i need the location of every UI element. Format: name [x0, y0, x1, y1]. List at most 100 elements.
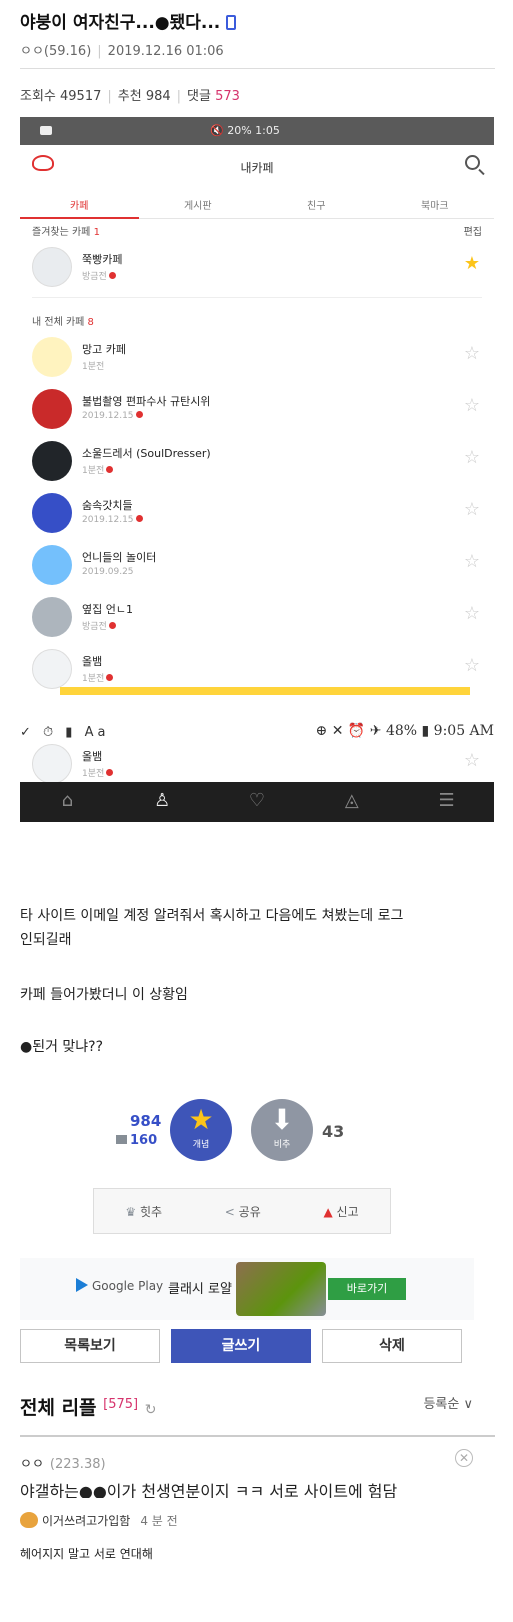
- list-button[interactable]: 목록보기: [20, 1329, 160, 1363]
- google-play-icon: [76, 1278, 88, 1292]
- home-icon: ⌂: [61, 790, 74, 811]
- cafe-sub: 2019.09.25: [82, 567, 134, 577]
- comments-count[interactable]: 573: [215, 89, 240, 104]
- phone-status-bar: 🔇 20% 1:05: [20, 117, 494, 145]
- cafe-sub: 1분전: [82, 766, 114, 779]
- upvote-button[interactable]: ★ 개념: [170, 1099, 232, 1161]
- tab-friends: 친구: [307, 201, 326, 212]
- share-icon: <: [224, 1204, 235, 1219]
- cafe-sub: 방금전: [82, 619, 116, 632]
- edit-label: 편집: [463, 227, 482, 238]
- cafe-item-favorite: 쭉빵카페 방금전 ★: [20, 241, 494, 293]
- favorites-label: 즐겨찾는 카페 1: [32, 227, 100, 238]
- tab-cafe: 카페: [20, 189, 139, 219]
- sort-dropdown[interactable]: 등록순 ∨: [423, 1393, 473, 1412]
- phone-bottom-nav: ⌂ ♙ ♡ ◬ ☰: [20, 782, 494, 822]
- dog-icon: [20, 1512, 38, 1528]
- chevron-down-icon: ∨: [463, 1397, 473, 1412]
- share-button[interactable]: < 공유: [225, 1203, 261, 1220]
- downvote-label: 비추: [273, 1140, 291, 1150]
- cafe-avatar: [32, 389, 72, 429]
- cafe-item: 옆집 언ㄴ1 방금전 ☆: [20, 591, 494, 643]
- divider: [32, 297, 482, 298]
- comment-user: 이거쓰려고가입함 4 분 전: [20, 1512, 178, 1529]
- body-line: 인되길래: [20, 932, 72, 948]
- cafe-name: 쭉빵카페: [82, 253, 123, 266]
- divider: [20, 1435, 495, 1437]
- post-date: 2019.12.16 01:06: [107, 44, 224, 59]
- all-cafes-label: 내 전체 카페 8: [32, 317, 94, 328]
- refresh-icon[interactable]: ↻: [145, 1402, 157, 1418]
- post-meta: ㅇㅇ(59.16) | 2019.12.16 01:06: [20, 44, 224, 59]
- phone-screenshot-2: ✓ ⏱ ▮ Aa ⊕ ✕ ⏰ ✈ 48% ▮ 9:05 AM 올뱀 1분전 ☆ …: [20, 720, 494, 826]
- divider: [20, 68, 495, 69]
- cafe-sub: 2019.12.15: [82, 515, 143, 525]
- cafe-name: 불법촬영 편파수사 규탄시위: [82, 395, 211, 408]
- crown-icon: ♛: [125, 1204, 137, 1219]
- search-icon: [465, 155, 480, 170]
- upvote-label: 개념: [192, 1140, 210, 1150]
- post-actions: ♛ 힛추 < 공유 ▲ 신고: [93, 1188, 391, 1234]
- person-icon: ♙: [154, 790, 171, 811]
- app-tabs: 카페 게시판 친구 북마크: [20, 189, 494, 219]
- settings-icon: ☰: [438, 790, 455, 811]
- star-icon: ☆: [463, 395, 480, 416]
- write-button[interactable]: 글쓰기: [171, 1329, 311, 1363]
- status-text: 🔇 20% 1:05: [210, 124, 280, 137]
- cafe-name: 언니들의 놀이터: [82, 551, 157, 564]
- body-line: 카페 들어가봤더니 이 상황임: [20, 987, 188, 1003]
- ad-cta-button[interactable]: 바로가기: [328, 1278, 406, 1300]
- cafe-item: 불법촬영 편파수사 규탄시위 2019.12.15 ☆: [20, 383, 494, 435]
- cafe-sub: 1분전: [82, 362, 105, 372]
- cafe-name: 옆집 언ㄴ1: [82, 603, 133, 616]
- cafe-name: 올뱀: [82, 655, 103, 668]
- post-title: 야붕이 여자친구...●됐다...: [20, 8, 237, 33]
- hit-button[interactable]: ♛ 힛추: [125, 1203, 162, 1220]
- ad-image: [236, 1262, 326, 1316]
- cafe-sub: 2019.12.15: [82, 411, 143, 421]
- mobile-icon: [116, 1135, 127, 1144]
- downvote-count: 43: [322, 1122, 345, 1141]
- cafe-avatar: [32, 493, 72, 533]
- comment-text: 헤어지지 말고 서로 연대해: [20, 1547, 153, 1561]
- cafe-sub: 방금전: [82, 269, 116, 282]
- cafe-name: 숨속갓치들: [82, 499, 133, 512]
- siren-icon: ▲: [323, 1204, 333, 1219]
- delete-button[interactable]: 삭제: [322, 1329, 462, 1363]
- comments-title: 전체 리플 [575] ↻: [20, 1397, 157, 1419]
- report-button[interactable]: ▲ 신고: [323, 1203, 358, 1220]
- cafe-item: 소울드레서 (SoulDresser) 1분전 ☆: [20, 435, 494, 487]
- cafe-avatar: [32, 247, 72, 287]
- star-icon: ☆: [463, 750, 480, 771]
- star-icon: ★: [188, 1103, 214, 1136]
- star-icon: ☆: [463, 447, 480, 468]
- google-play-label: Google Play: [76, 1278, 163, 1293]
- cafe-avatar: [32, 649, 72, 689]
- cafe-avatar: [32, 441, 72, 481]
- mobile-icon: [226, 15, 237, 30]
- comment-user: ㅇㅇ (223.38): [20, 1457, 106, 1472]
- body-line: 타 사이트 이메일 계정 알려줘서 혹시하고 다음에도 쳐봤는데 로그: [20, 908, 404, 924]
- cafe-item: 숨속갓치들 2019.12.15 ☆: [20, 487, 494, 539]
- post-stats: 조회수 49517 | 추천 984 | 댓글 573: [20, 89, 240, 104]
- cafe-name: 소울드레서 (SoulDresser): [82, 447, 211, 460]
- star-icon: ☆: [463, 603, 480, 624]
- star-icon: ☆: [463, 499, 480, 520]
- phone-screenshot-1: 🔇 20% 1:05 내카페 카페 게시판 친구 북마크 즐겨찾는 카페 1 편…: [20, 117, 494, 717]
- youtube-icon: [40, 126, 52, 135]
- post-title-text: 야붕이 여자친구...●됐다...: [20, 13, 221, 33]
- bell-icon: ◬: [344, 790, 359, 811]
- cafe-item: 망고 카페 1분전 ☆: [20, 331, 494, 383]
- close-icon[interactable]: ✕: [455, 1449, 473, 1467]
- recommend-count: 추천 984: [117, 89, 171, 104]
- post-author[interactable]: ㅇㅇ(59.16): [20, 44, 91, 59]
- upvote-count: 984: [130, 1112, 162, 1130]
- cafe-sub: 1분전: [82, 463, 114, 476]
- app-header: 내카페: [20, 147, 494, 187]
- cafe-name: 올뱀: [82, 750, 103, 763]
- cafe-item: 언니들의 놀이터 2019.09.25 ☆: [20, 539, 494, 591]
- cafe-name: 망고 카페: [82, 343, 126, 356]
- heart-icon: ♡: [248, 790, 266, 811]
- downvote-button[interactable]: ⬇ 비추: [251, 1099, 313, 1161]
- ad-banner[interactable]: Google Play 클래시 로얄 바로가기: [20, 1258, 474, 1320]
